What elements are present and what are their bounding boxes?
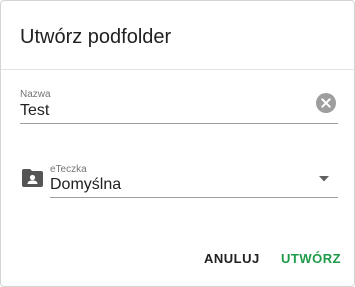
name-field-label: Nazwa <box>20 89 51 100</box>
name-input[interactable]: Test <box>20 101 49 121</box>
folder-account-icon <box>22 169 43 187</box>
name-field[interactable]: Nazwa Test <box>20 89 338 124</box>
create-button[interactable]: UTWÓRZ <box>281 249 341 269</box>
dialog-header: Utwórz podfolder <box>1 1 354 70</box>
clear-icon[interactable] <box>316 93 336 113</box>
folder-select[interactable]: eTeczka Domyślna <box>50 164 338 198</box>
dialog-title: Utwórz podfolder <box>20 26 172 48</box>
folder-select-value[interactable]: Domyślna <box>50 175 121 195</box>
arrow-drop-down-icon[interactable] <box>318 175 330 183</box>
cancel-button[interactable]: ANULUJ <box>204 249 260 269</box>
create-subfolder-dialog: Utwórz podfolder Nazwa Test eTeczka Domy… <box>0 0 355 287</box>
